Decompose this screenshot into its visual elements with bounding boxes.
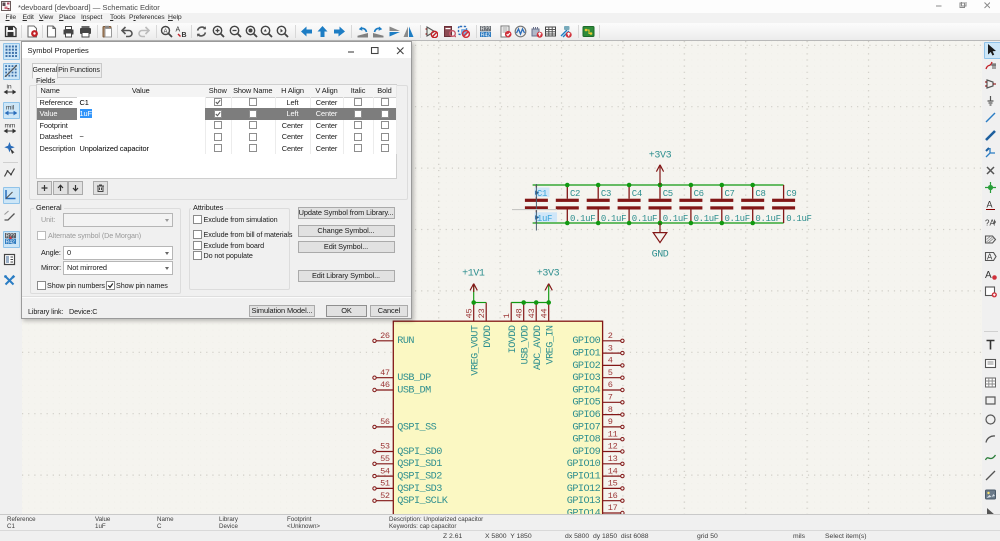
svg-text:16: 16	[608, 491, 618, 501]
svg-text:51: 51	[380, 479, 390, 489]
svg-text:C2: C2	[570, 189, 580, 199]
svg-text:GPIO13: GPIO13	[567, 496, 601, 507]
svg-text:8: 8	[608, 405, 613, 415]
svg-text:C8: C8	[755, 189, 765, 199]
svg-text:1: 1	[502, 313, 512, 318]
svg-text:GPIO2: GPIO2	[572, 361, 600, 372]
svg-text:26: 26	[380, 331, 390, 341]
svg-text:48: 48	[515, 308, 525, 318]
svg-text:C5: C5	[663, 189, 673, 199]
svg-text:+3V3: +3V3	[537, 269, 560, 280]
svg-text:R42: R42	[481, 32, 491, 38]
svg-text:C7: C7	[725, 189, 735, 199]
svg-text:QSPI_SD3: QSPI_SD3	[397, 484, 442, 495]
svg-text:C1: C1	[537, 189, 547, 199]
svg-text:RUN: RUN	[397, 336, 414, 347]
svg-text:0.1uF: 0.1uF	[786, 214, 811, 224]
svg-text:C4: C4	[632, 189, 642, 199]
svg-text:USB_DP: USB_DP	[397, 373, 431, 384]
svg-text:VREG_VOUT: VREG_VOUT	[470, 325, 481, 376]
svg-text:C9: C9	[786, 189, 796, 199]
svg-text:15: 15	[608, 479, 618, 489]
svg-text:+1V1: +1V1	[462, 269, 485, 280]
svg-text:GPIO1: GPIO1	[572, 349, 600, 360]
svg-text:QSPI_SCLK: QSPI_SCLK	[397, 496, 449, 507]
svg-text:GPIO6: GPIO6	[572, 410, 600, 421]
svg-text:17: 17	[608, 503, 618, 513]
svg-text:C3: C3	[601, 189, 611, 199]
svg-text:R42: R42	[5, 239, 14, 245]
svg-text:A: A	[163, 29, 167, 35]
svg-text:23: 23	[477, 308, 487, 318]
svg-text:45: 45	[465, 308, 475, 318]
svg-text:13: 13	[608, 454, 618, 464]
svg-text:B: B	[182, 32, 187, 38]
svg-text:0.1uF: 0.1uF	[601, 214, 626, 224]
svg-text:A: A	[176, 27, 181, 34]
svg-text:44: 44	[540, 308, 550, 318]
svg-text:QSPI_SD1: QSPI_SD1	[397, 459, 442, 470]
svg-text:USB_VDD: USB_VDD	[520, 325, 531, 364]
svg-text:0.1uF: 0.1uF	[632, 214, 657, 224]
svg-text:46: 46	[380, 380, 390, 390]
svg-text:GPIO11: GPIO11	[567, 472, 601, 483]
svg-text:A: A	[987, 253, 993, 262]
svg-text:43: 43	[527, 308, 537, 318]
svg-text:GPIO3: GPIO3	[572, 373, 600, 384]
svg-text:VREG_IN: VREG_IN	[545, 325, 556, 364]
svg-text:C6: C6	[694, 189, 704, 199]
svg-text:GPIO0: GPIO0	[572, 336, 600, 347]
svg-text:3: 3	[608, 343, 613, 353]
svg-text:0.1uF: 0.1uF	[663, 214, 688, 224]
svg-text:52: 52	[380, 491, 390, 501]
svg-text:QSPI_SS: QSPI_SS	[397, 422, 436, 433]
svg-text:4: 4	[608, 356, 613, 366]
svg-text:47: 47	[380, 368, 390, 378]
svg-text:A: A	[985, 270, 992, 281]
svg-text:0.1uF: 0.1uF	[725, 214, 750, 224]
svg-text:DVDD: DVDD	[483, 325, 494, 348]
svg-text:56: 56	[380, 417, 390, 427]
svg-text:0.1uF: 0.1uF	[570, 214, 595, 224]
svg-text:9: 9	[608, 417, 613, 427]
svg-text:A: A	[986, 200, 992, 210]
svg-text:53: 53	[380, 442, 390, 452]
svg-text:mil: mil	[6, 104, 15, 111]
svg-text:12: 12	[608, 442, 618, 452]
svg-text:11: 11	[608, 429, 618, 439]
svg-text:2: 2	[608, 331, 613, 341]
svg-text:5: 5	[608, 368, 613, 378]
svg-text:GPIO7: GPIO7	[572, 422, 600, 433]
svg-text:6: 6	[608, 380, 613, 390]
svg-text:GPIO5: GPIO5	[572, 398, 600, 409]
svg-text:0.1uF: 0.1uF	[755, 214, 780, 224]
svg-text:?A: ?A	[985, 218, 995, 227]
svg-text:+3V3: +3V3	[649, 150, 672, 161]
svg-text:IOVDD: IOVDD	[508, 325, 519, 353]
svg-text:GPIO4: GPIO4	[572, 385, 600, 396]
svg-text:QSPI_SD0: QSPI_SD0	[397, 447, 442, 458]
svg-text:GPIO9: GPIO9	[572, 447, 600, 458]
svg-text:USB_DM: USB_DM	[397, 385, 431, 396]
svg-text:54: 54	[380, 466, 390, 476]
svg-text:55: 55	[380, 454, 390, 464]
svg-text:14: 14	[608, 466, 618, 476]
svg-text:QSPI_SD2: QSPI_SD2	[397, 472, 442, 483]
svg-text:GPIO12: GPIO12	[567, 484, 601, 495]
svg-text:GPIO8: GPIO8	[572, 435, 600, 446]
svg-text:1uF: 1uF	[537, 214, 552, 224]
svg-text:ADC_AVDD: ADC_AVDD	[533, 325, 544, 370]
svg-text:in: in	[6, 84, 11, 91]
svg-text:7: 7	[608, 393, 613, 403]
svg-text:GPIO10: GPIO10	[567, 459, 601, 470]
svg-text:mm: mm	[4, 123, 15, 130]
svg-text:0.1uF: 0.1uF	[694, 214, 719, 224]
svg-text:GND: GND	[652, 250, 669, 261]
